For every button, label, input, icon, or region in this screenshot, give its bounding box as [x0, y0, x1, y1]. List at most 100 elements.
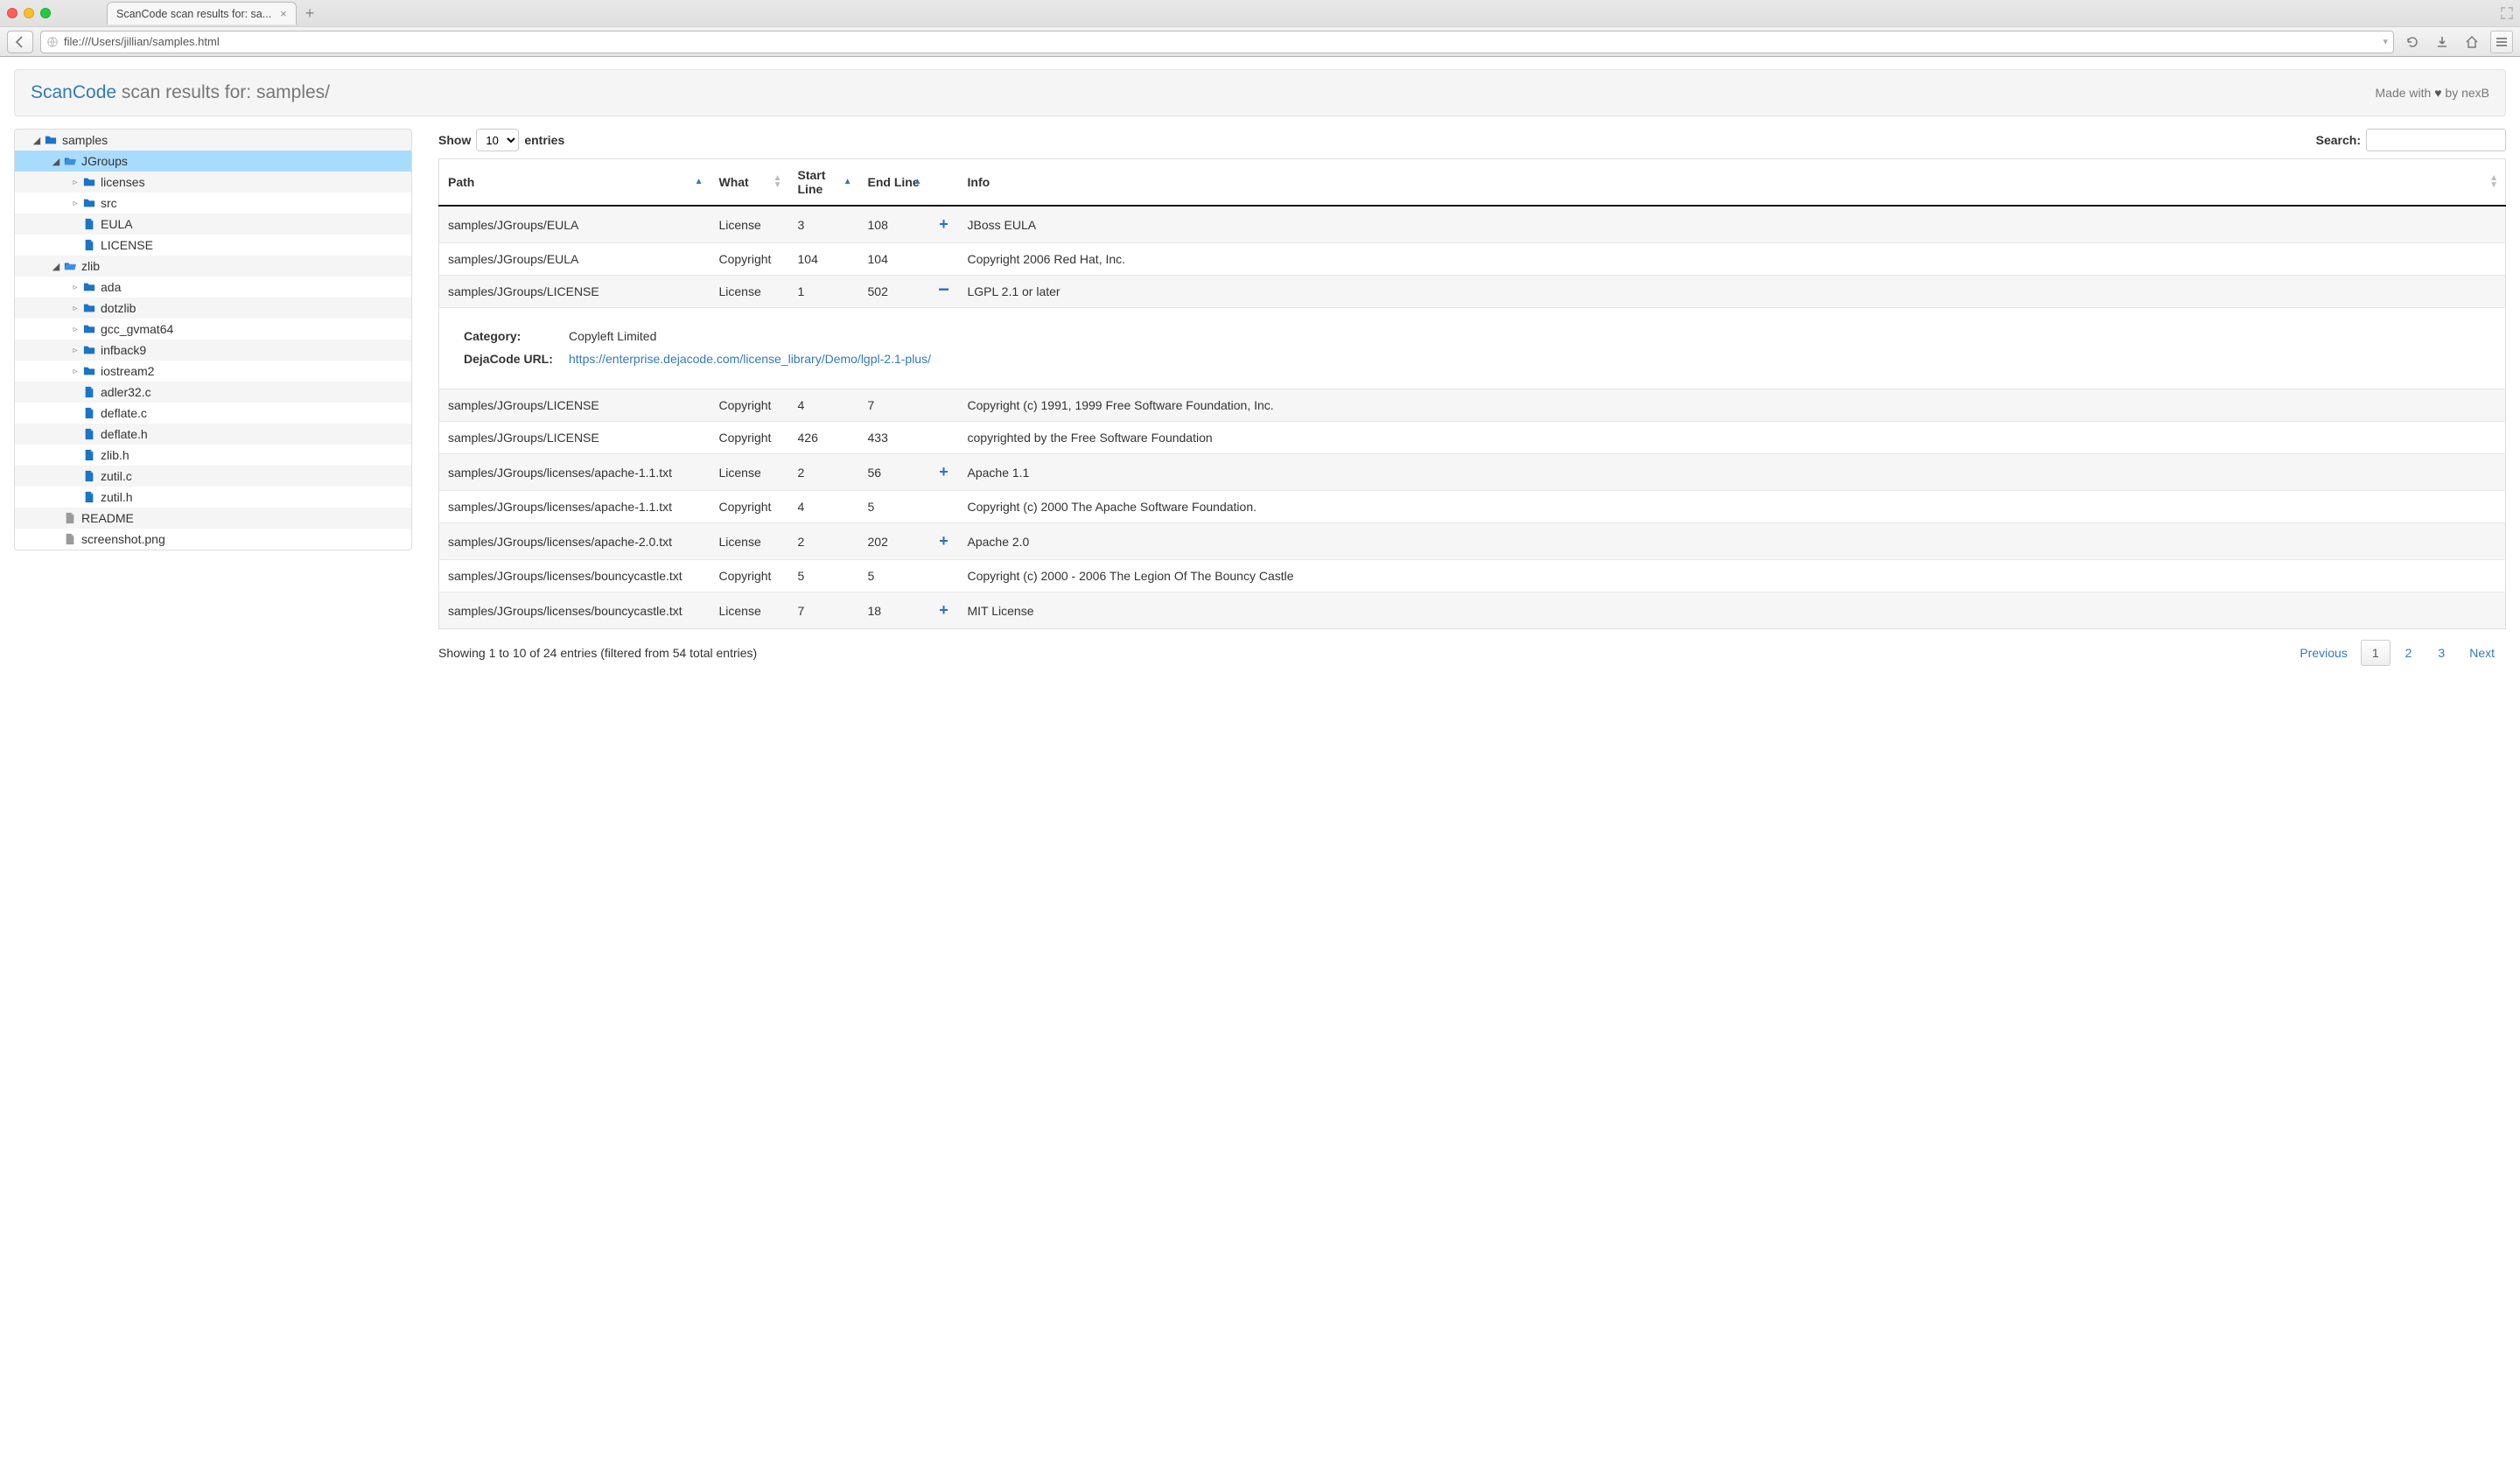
caret-right-icon[interactable]: ▹	[69, 325, 81, 334]
tree-item[interactable]: ▹ infback9	[15, 340, 411, 361]
expand-plus-icon[interactable]: +	[939, 215, 948, 233]
col-start-line[interactable]: Start Line ▲	[789, 159, 859, 207]
menu-button[interactable]	[2490, 31, 2513, 53]
tree-item[interactable]: ◢samples	[15, 130, 411, 151]
cell-start: 426	[789, 422, 859, 454]
col-what[interactable]: What ▲▼	[710, 159, 789, 207]
expand-plus-icon[interactable]: +	[939, 532, 948, 550]
tree-item[interactable]: ▹dotzlib	[15, 298, 411, 319]
home-button[interactable]	[2460, 31, 2483, 53]
folder-icon	[83, 301, 95, 315]
tree-item[interactable]: LICENSE	[15, 235, 411, 256]
cell-end: 18	[859, 592, 929, 629]
page-size-select[interactable]: 10	[476, 129, 519, 151]
tree-item[interactable]: ◢JGroups	[15, 151, 411, 172]
cell-expand[interactable]: +	[929, 592, 959, 629]
tree-item[interactable]: deflate.h	[15, 424, 411, 445]
page-next[interactable]: Next	[2458, 640, 2506, 666]
tree-item-label: deflate.c	[101, 406, 147, 420]
detail-url-link[interactable]: https://enterprise.dejacode.com/license_…	[569, 352, 931, 366]
tree-item[interactable]: screenshot.png	[15, 529, 411, 550]
page-number[interactable]: 2	[2394, 640, 2424, 666]
reload-button[interactable]	[2401, 31, 2424, 53]
cell-info: Copyright (c) 1991, 1999 Free Software F…	[959, 389, 2506, 422]
file-tree: ◢samples◢JGroups ▹ licenses ▹srcEULALICENSE…	[14, 129, 412, 550]
cell-what: License	[710, 454, 789, 491]
cell-end: 104	[859, 243, 929, 276]
tree-item[interactable]: ▹gcc_gvmat64	[15, 319, 411, 340]
tree-item[interactable]: zutil.h	[15, 487, 411, 508]
downloads-button[interactable]	[2431, 31, 2454, 53]
chevron-down-icon[interactable]: ▾	[2383, 36, 2388, 47]
caret-down-icon[interactable]: ◢	[50, 156, 62, 167]
tree-item[interactable]: EULA	[15, 214, 411, 235]
file-icon	[83, 490, 95, 504]
caret-down-icon[interactable]: ◢	[50, 261, 62, 272]
cell-expand[interactable]: −	[929, 276, 959, 308]
cell-expand[interactable]: +	[929, 523, 959, 560]
back-button[interactable]	[7, 31, 33, 53]
cell-what: Copyright	[710, 389, 789, 422]
tree-item-label: zutil.c	[101, 469, 132, 483]
caret-right-icon[interactable]: ▹	[69, 346, 81, 355]
cell-start: 2	[789, 454, 859, 491]
tree-item[interactable]: README	[15, 508, 411, 529]
tree-item[interactable]: ▹src	[15, 193, 411, 214]
tree-item[interactable]: ▹iostream2	[15, 361, 411, 382]
tree-item[interactable]: adler32.c	[15, 382, 411, 403]
cell-what: License	[710, 206, 789, 243]
page-number[interactable]: 1	[2361, 640, 2390, 666]
caret-right-icon[interactable]: ▹	[69, 367, 81, 376]
col-end-line[interactable]: End Line ▲	[859, 159, 929, 207]
tree-item[interactable]: ◢zlib	[15, 256, 411, 277]
caret-down-icon[interactable]: ◢	[31, 135, 43, 146]
cell-path: samples/JGroups/licenses/apache-1.1.txt	[439, 454, 710, 491]
col-info[interactable]: Info ▲▼	[959, 159, 2506, 207]
maximize-window-button[interactable]	[40, 8, 51, 18]
minimize-window-button[interactable]	[24, 8, 34, 18]
cell-path: samples/JGroups/LICENSE	[439, 422, 710, 454]
col-path[interactable]: Path ▲	[439, 159, 710, 207]
cell-expand[interactable]: +	[929, 454, 959, 491]
expand-plus-icon[interactable]: +	[939, 601, 948, 619]
cell-end: 433	[859, 422, 929, 454]
cell-expand	[929, 491, 959, 523]
tab-title: ScanCode scan results for: sa...	[116, 8, 271, 20]
cell-what: License	[710, 276, 789, 308]
tree-item[interactable]: ▹ada	[15, 277, 411, 298]
caret-right-icon[interactable]: ▹	[69, 283, 81, 292]
new-tab-button[interactable]: +	[305, 5, 315, 21]
tree-item-label: licenses	[101, 175, 145, 189]
close-window-button[interactable]	[7, 8, 18, 18]
tree-item-label: adler32.c	[101, 385, 151, 399]
cell-end: 7	[859, 389, 929, 422]
caret-right-icon[interactable]: ▹	[69, 304, 81, 313]
showing-info: Showing 1 to 10 of 24 entries (filtered …	[438, 646, 757, 660]
cell-expand[interactable]: +	[929, 206, 959, 243]
browser-tab[interactable]: ScanCode scan results for: sa... ×	[107, 2, 297, 25]
cell-end: 5	[859, 560, 929, 592]
tree-item[interactable]: ▹ licenses	[15, 172, 411, 193]
tree-item[interactable]: zutil.c	[15, 466, 411, 487]
cell-info: Copyright (c) 2000 The Apache Software F…	[959, 491, 2506, 523]
tree-item-label: infback9	[101, 343, 146, 357]
close-tab-icon[interactable]: ×	[280, 7, 287, 20]
page-previous[interactable]: Previous	[2288, 640, 2358, 666]
brand-link[interactable]: ScanCode	[31, 82, 116, 102]
file-icon	[83, 217, 95, 231]
folder-icon	[83, 175, 95, 189]
page-number[interactable]: 3	[2426, 640, 2456, 666]
search-input[interactable]	[2366, 129, 2506, 151]
expand-minus-icon[interactable]: −	[938, 278, 949, 300]
fullscreen-icon[interactable]	[2501, 7, 2513, 19]
expand-plus-icon[interactable]: +	[939, 463, 948, 480]
caret-right-icon[interactable]: ▹	[69, 199, 81, 208]
cell-what: License	[710, 523, 789, 560]
table-footer: Showing 1 to 10 of 24 entries (filtered …	[438, 640, 2506, 666]
tree-item[interactable]: zlib.h	[15, 445, 411, 466]
tree-item[interactable]: deflate.c	[15, 403, 411, 424]
caret-right-icon[interactable]: ▹	[69, 178, 81, 187]
cell-info: JBoss EULA	[959, 206, 2506, 243]
address-bar[interactable]: file:///Users/jillian/samples.html ▾	[40, 31, 2394, 53]
detail-category-value: Copyleft Limited	[569, 329, 656, 343]
